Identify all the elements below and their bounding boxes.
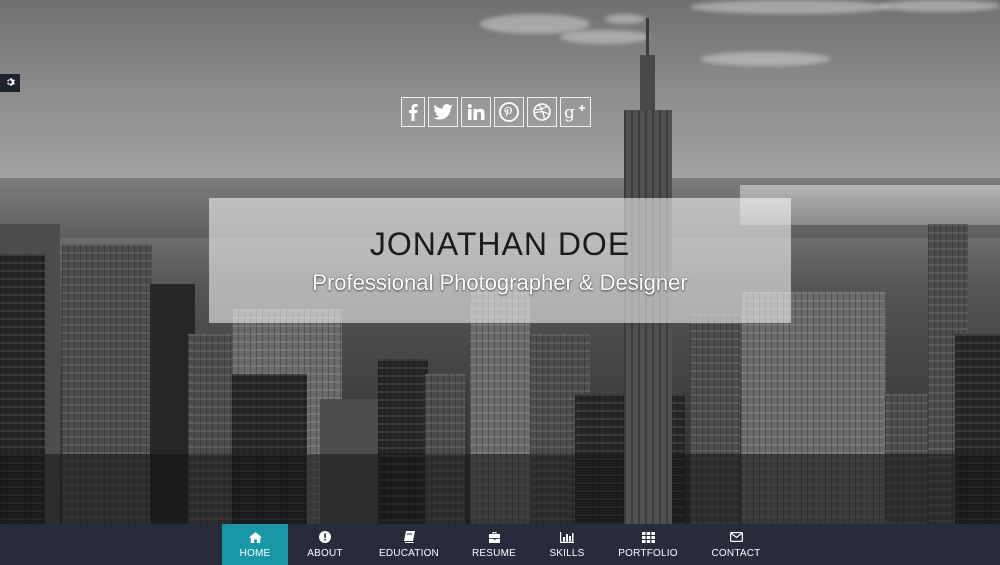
twitter-link[interactable] xyxy=(428,97,458,127)
nav-item-portfolio[interactable]: PORTFOLIO xyxy=(602,524,694,565)
nav-label-about: ABOUT xyxy=(307,547,343,559)
nav-label-portfolio: PORTFOLIO xyxy=(618,547,678,559)
bar-chart-icon xyxy=(560,531,574,544)
nav-label-resume: RESUME xyxy=(472,547,516,559)
nav-item-contact[interactable]: CONTACT xyxy=(694,524,778,565)
info-icon xyxy=(319,531,331,544)
dribbble-icon xyxy=(532,102,552,122)
social-links: g xyxy=(401,97,591,127)
pinterest-link[interactable] xyxy=(494,97,524,127)
google-plus-icon: g xyxy=(564,102,588,122)
gear-icon xyxy=(5,74,15,92)
svg-text:g: g xyxy=(564,103,575,122)
hero-tagline: Professional Photographer & Designer xyxy=(312,270,688,295)
briefcase-icon xyxy=(488,531,501,544)
twitter-icon xyxy=(433,104,453,120)
hero-name: JONATHAN DOE xyxy=(369,226,631,262)
pinterest-icon xyxy=(499,102,519,122)
main-navigation-bar: HOME ABOUT EDUCATION RESUME SKILLS PORTF… xyxy=(0,524,1000,565)
nav-label-contact: CONTACT xyxy=(711,547,761,559)
home-icon xyxy=(248,531,262,544)
nav-label-skills: SKILLS xyxy=(549,547,585,559)
facebook-link[interactable] xyxy=(401,97,425,127)
nav-item-education[interactable]: EDUCATION xyxy=(362,524,456,565)
page: g JONATHAN DOE Professional Photographer… xyxy=(0,0,1000,565)
nav-item-about[interactable]: ABOUT xyxy=(288,524,362,565)
main-nav: HOME ABOUT EDUCATION RESUME SKILLS PORTF… xyxy=(222,524,778,565)
nav-item-home[interactable]: HOME xyxy=(222,524,288,565)
linkedin-icon xyxy=(467,103,485,121)
book-icon xyxy=(403,531,415,544)
nav-label-education: EDUCATION xyxy=(379,547,439,559)
facebook-icon xyxy=(408,103,418,121)
nav-label-home: HOME xyxy=(239,547,271,559)
linkedin-link[interactable] xyxy=(461,97,491,127)
grid-icon xyxy=(641,531,655,544)
settings-toggle-button[interactable] xyxy=(0,74,20,92)
hero-title-card: JONATHAN DOE Professional Photographer &… xyxy=(209,198,791,323)
google-plus-link[interactable]: g xyxy=(560,97,591,127)
dribbble-link[interactable] xyxy=(527,97,557,127)
envelope-icon xyxy=(729,531,743,544)
nav-item-skills[interactable]: SKILLS xyxy=(532,524,602,565)
nav-item-resume[interactable]: RESUME xyxy=(456,524,532,565)
